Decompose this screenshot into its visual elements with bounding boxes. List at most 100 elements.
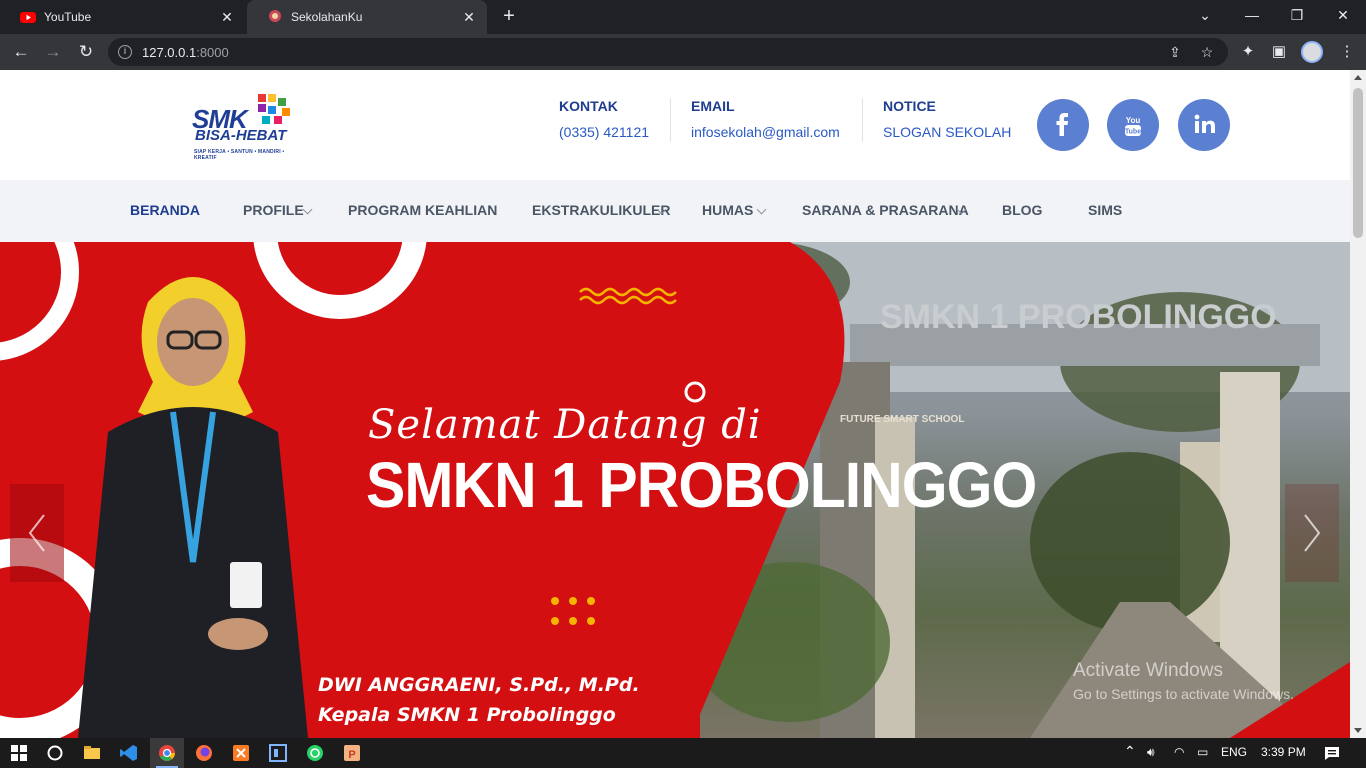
svg-text:You: You	[1126, 116, 1141, 125]
menu-kebab-icon[interactable]: ⋮	[1338, 43, 1356, 61]
share-icon[interactable]: ⇪	[1166, 43, 1184, 61]
reload-icon[interactable]: ↻	[73, 39, 99, 65]
logo-square	[278, 98, 286, 106]
menu-item-beranda[interactable]: BERANDA	[130, 202, 200, 218]
browser-toolbar: ← → ↻ i 127.0.0.1:8000 ⇪ ☆ ✦ ▣ ⋮	[0, 34, 1366, 70]
address-bar[interactable]: i 127.0.0.1:8000 ⇪ ☆	[108, 38, 1228, 66]
hero-slider: SMKN 1 PROBOLINGGO FUTURE SMART SCHOOL S…	[0, 242, 1350, 738]
windows-taskbar: P ⌃ 🔊︎ ◠ ▭ ENG 3:39 PM	[0, 738, 1366, 768]
contact-value: infosekolah@gmail.com	[691, 124, 840, 140]
scroll-up-icon[interactable]	[1354, 75, 1362, 80]
logo-square	[258, 94, 266, 102]
logo-square	[268, 94, 276, 102]
logo-square	[262, 116, 270, 124]
back-icon[interactable]: ←	[8, 39, 34, 65]
menu-item-sims[interactable]: SIMS	[1088, 202, 1122, 218]
browser-tab-strip: YouTube ✕ SekolahanKu ✕ + ⌄ — ❐ ✕	[0, 0, 1366, 34]
principal-role: Kepala SMKN 1 Probolinggo	[318, 704, 616, 726]
chevron-left-icon	[28, 514, 45, 552]
menu-item-profile[interactable]: PROFILE	[243, 202, 304, 218]
notes-app-icon[interactable]	[267, 742, 289, 764]
slider-next-button[interactable]	[1285, 484, 1339, 582]
linkedin-button[interactable]	[1178, 99, 1230, 151]
facebook-icon	[1056, 113, 1068, 136]
tab-sekolahanku[interactable]: SekolahanKu ✕	[247, 0, 487, 34]
logo-square	[258, 104, 266, 112]
linkedin-icon	[1194, 114, 1215, 133]
hero-welcome-text: Selamat Datang di	[368, 402, 762, 448]
wifi-icon[interactable]: ◠	[1174, 745, 1184, 759]
language-indicator[interactable]: ENG	[1221, 745, 1247, 759]
menu-item-blog[interactable]: BLOG	[1002, 202, 1042, 218]
minimize-button[interactable]: —	[1232, 4, 1272, 26]
svg-text:P: P	[348, 749, 355, 761]
activate-windows-subtitle: Go to Settings to activate Windows.	[1073, 686, 1294, 702]
scrollbar-thumb[interactable]	[1353, 88, 1363, 238]
contact-label: NOTICE	[883, 98, 936, 114]
search-circle-icon[interactable]	[44, 742, 66, 764]
slider-prev-button[interactable]	[10, 484, 64, 582]
contact-label: KONTAK	[559, 98, 618, 114]
main-menu: BERANDA PROFILE PROGRAM KEAHLIAN EKSTRAK…	[0, 180, 1350, 242]
menu-item-sarana-prasarana[interactable]: SARANA & PRASARANA	[802, 202, 969, 218]
clock-time[interactable]: 3:39 PM	[1261, 745, 1306, 759]
logo-tagline: SIAP KERJA • SANTUN • MANDIRI • KREATIF	[194, 149, 285, 161]
vscode-icon[interactable]	[118, 742, 140, 764]
facebook-button[interactable]	[1037, 99, 1089, 151]
new-tab-button[interactable]: +	[497, 6, 521, 28]
principal-name: DWI ANGGRAENI, S.Pd., M.Pd.	[318, 674, 640, 696]
divider	[670, 98, 671, 142]
tab-youtube[interactable]: YouTube ✕	[0, 0, 245, 34]
contact-value: (0335) 421121	[559, 124, 650, 140]
chevron-down-icon[interactable]	[756, 204, 767, 215]
activate-windows-title: Activate Windows	[1073, 660, 1223, 681]
close-tab-icon[interactable]: ✕	[461, 9, 477, 25]
forward-icon[interactable]: →	[40, 39, 66, 65]
extensions-icon[interactable]: ✦	[1239, 43, 1257, 61]
menu-item-program-keahlian[interactable]: PROGRAM KEAHLIAN	[348, 202, 497, 218]
tray-chevron-up-icon[interactable]: ⌃	[1124, 743, 1136, 760]
contact-block-phone: KONTAK (0335) 421121	[559, 98, 649, 140]
windows-start-icon[interactable]	[8, 742, 30, 764]
web-page: SMK BISA-HEBAT SIAP KERJA • SANTUN • MAN…	[0, 70, 1350, 738]
scroll-down-icon[interactable]	[1354, 728, 1362, 733]
contact-value: SLOGAN SEKOLAH	[883, 124, 1012, 140]
principal-portrait	[78, 277, 308, 738]
school-logo[interactable]: SMK BISA-HEBAT SIAP KERJA • SANTUN • MAN…	[190, 90, 308, 166]
close-tab-icon[interactable]: ✕	[219, 9, 235, 25]
volume-icon[interactable]: 🔊︎	[1147, 745, 1155, 760]
chevron-right-icon	[1304, 514, 1321, 552]
chevron-down-icon[interactable]	[302, 204, 313, 215]
whatsapp-icon[interactable]	[304, 742, 326, 764]
tab-title: YouTube	[44, 10, 92, 24]
chrome-icon[interactable]	[150, 738, 184, 768]
menu-item-ekstrakulikuler[interactable]: EKSTRAKULIKULER	[532, 202, 670, 218]
tab-title: SekolahanKu	[291, 10, 363, 24]
powerpoint-icon[interactable]: P	[341, 742, 363, 764]
svg-text:Tube: Tube	[1125, 129, 1141, 136]
close-window-button[interactable]: ✕	[1323, 4, 1363, 26]
youtube-favicon-icon	[20, 12, 36, 23]
file-explorer-icon[interactable]	[81, 742, 103, 764]
divider	[862, 98, 863, 142]
site-info-icon[interactable]: i	[118, 45, 132, 59]
youtube-button[interactable]: You Tube	[1107, 99, 1159, 151]
contact-block-email: EMAIL infosekolah@gmail.com	[691, 98, 840, 140]
restore-button[interactable]: ❐	[1277, 4, 1317, 26]
logo-square	[268, 106, 276, 114]
battery-icon[interactable]: ▭	[1197, 745, 1208, 759]
logo-subtext: BISA-HEBAT	[195, 127, 287, 144]
page-scrollbar[interactable]	[1350, 70, 1366, 738]
profile-avatar[interactable]	[1301, 41, 1323, 63]
side-panel-icon[interactable]: ▣	[1270, 43, 1288, 61]
bookmark-star-icon[interactable]: ☆	[1198, 43, 1216, 61]
menu-item-humas[interactable]: HUMAS	[702, 202, 753, 218]
notification-center-icon[interactable]	[1323, 744, 1341, 762]
logo-square	[282, 108, 290, 116]
tab-search-icon[interactable]: ⌄	[1185, 4, 1225, 26]
firefox-icon[interactable]	[193, 742, 215, 764]
school-favicon-icon	[269, 10, 281, 22]
xampp-icon[interactable]	[230, 742, 252, 764]
hero-school-name: SMKN 1 PROBOLINGGO	[366, 449, 1037, 521]
contact-label: EMAIL	[691, 98, 735, 114]
